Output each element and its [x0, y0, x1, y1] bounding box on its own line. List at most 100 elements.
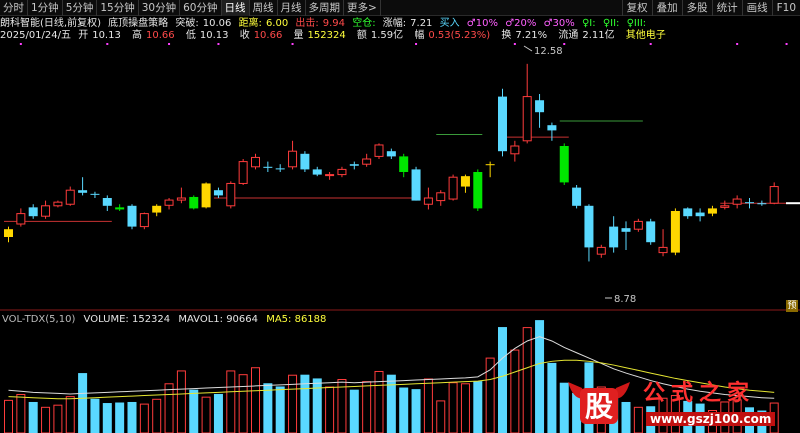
volume-bar-18: [226, 370, 236, 433]
signal-dot-10: [785, 43, 788, 45]
candle-body-12: [152, 205, 162, 213]
candle-body-36: [448, 176, 458, 200]
candle-body-44: [547, 125, 557, 131]
volume-bar-10: [127, 401, 137, 433]
volume-bar-30: [374, 370, 384, 433]
candle-body-8: [102, 198, 112, 206]
candle-body-17: [213, 190, 223, 196]
top-toolbar: 分时 1分钟 5分钟 15分钟 30分钟 60分钟 日线 周线 月线 多周期 更多> 复权 叠加 多股统…: [0, 0, 800, 16]
sector-name[interactable]: 其他电子: [626, 30, 666, 41]
volume-bar-44: [547, 362, 557, 433]
volume-bar-11: [139, 403, 149, 433]
volume-bar-33: [411, 389, 421, 433]
indicator-mavol1: MAVOL1: 90664: [178, 314, 259, 325]
price-panel[interactable]: [4, 43, 800, 262]
stock-name[interactable]: 朗科智能(日线,前复权): [0, 18, 101, 29]
tool-button-2[interactable]: 多股: [681, 0, 712, 16]
amount-label: 额: [356, 30, 367, 41]
candle-body-30: [374, 144, 384, 157]
volume-bar-31: [386, 374, 396, 433]
female-signal-1: ♀I:: [581, 18, 596, 29]
distance-value: 6.00: [265, 18, 289, 29]
period-tab-10[interactable]: 更多>: [344, 0, 381, 16]
tool-button-5[interactable]: F10: [771, 0, 800, 16]
candle-body-56: [695, 212, 705, 217]
kline-chart[interactable]: 12.58 8.78: [0, 0, 800, 433]
amp-label: 幅: [414, 30, 425, 41]
turnover-value: 7.21%: [515, 30, 548, 41]
period-tab-3[interactable]: 15分钟: [97, 0, 139, 16]
volume-bar-36: [448, 382, 458, 433]
volume-bar-12: [152, 398, 162, 433]
volume-bar-8: [102, 403, 112, 433]
volume-bar-16: [201, 396, 211, 433]
volume-bar-20: [251, 367, 260, 433]
volume-label: 量: [293, 30, 304, 41]
volume-bar-37: [460, 383, 470, 433]
tool-button-3[interactable]: 统计: [711, 0, 742, 16]
period-tab-6[interactable]: 日线: [221, 0, 250, 16]
tool-button-0[interactable]: 复权: [621, 0, 652, 16]
float-value: 2.11亿: [582, 30, 615, 41]
candle-body-2: [28, 207, 38, 217]
tool-button-1[interactable]: 叠加: [651, 0, 682, 16]
period-tab-5[interactable]: 60分钟: [180, 0, 222, 16]
candle-body-9: [115, 207, 125, 210]
signal-dot-5: [415, 43, 418, 45]
candle-body-29: [362, 158, 372, 165]
candle-body-55: [683, 208, 693, 217]
volume-value: 152324: [307, 30, 346, 41]
volume-bar-41: [510, 349, 520, 433]
empty-label: 空仓:: [352, 18, 376, 29]
candle-body-19: [238, 161, 248, 184]
watermark-title: 公式之家: [643, 380, 756, 406]
candle-body-34: [423, 197, 433, 205]
open-label: 开: [78, 30, 89, 41]
forecast-badge[interactable]: 预: [786, 300, 798, 312]
candle-body-37: [460, 176, 470, 187]
watermark: 股 公式之家 www.gszj100.com: [558, 372, 800, 433]
volume-bar-42: [522, 327, 532, 433]
indicator-ma5: MA5: 86188: [266, 314, 327, 325]
signal-dot-1: [106, 43, 109, 45]
period-tab-0[interactable]: 分时: [0, 0, 28, 16]
candle-body-45: [559, 146, 569, 183]
male-signal-1: ♂10%: [466, 18, 498, 29]
close-value: 10.66: [253, 30, 283, 41]
break-value: 10.06: [202, 18, 232, 29]
period-tab-9[interactable]: 多周期: [306, 0, 344, 16]
period-tab-8[interactable]: 月线: [278, 0, 306, 16]
signal-dot-4: [291, 43, 294, 45]
candle-body-33: [411, 169, 421, 201]
volume-bar-9: [115, 402, 125, 433]
candle-body-59: [732, 198, 742, 205]
indicator-label-row: VOL-TDX(5,10) VOLUME: 152324 MAVOL1: 906…: [2, 313, 331, 326]
female-signal-2: ♀II:: [602, 18, 620, 29]
signal-dot-9: [736, 43, 739, 45]
volume-bar-4: [53, 404, 63, 433]
candle-body-47: [584, 205, 594, 248]
candle-body-18: [226, 182, 236, 207]
volume-bar-5: [65, 396, 75, 433]
candle-body-16: [201, 183, 211, 208]
break-label: 突破:: [175, 18, 199, 29]
indicator-volume: VOLUME: 152324: [83, 314, 171, 325]
candle-body-41: [510, 145, 520, 155]
volume-bar-0: [4, 399, 13, 433]
candle-body-22: [275, 168, 285, 170]
period-tab-4[interactable]: 30分钟: [139, 0, 181, 16]
volume-bar-28: [349, 389, 359, 433]
volume-bar-29: [362, 381, 372, 433]
period-tab-7[interactable]: 周线: [250, 0, 278, 16]
candle-body-58: [720, 205, 730, 208]
candle-body-13: [164, 199, 174, 206]
period-tab-1[interactable]: 1分钟: [28, 0, 63, 16]
volume-bar-34: [423, 378, 433, 433]
candle-body-31: [386, 151, 396, 157]
candle-body-6: [78, 190, 88, 193]
tool-button-4[interactable]: 画线: [741, 0, 772, 16]
period-tab-2[interactable]: 5分钟: [63, 0, 98, 16]
logo-char: 股: [585, 390, 613, 423]
high-label: 高: [132, 30, 143, 41]
indicator-name[interactable]: VOL-TDX(5,10): [2, 314, 75, 325]
